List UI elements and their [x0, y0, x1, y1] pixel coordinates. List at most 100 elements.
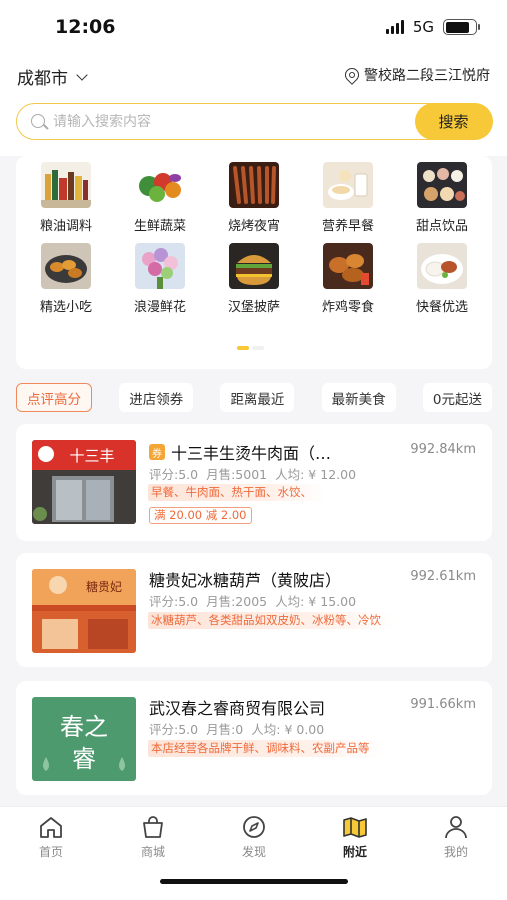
category-item[interactable]: 营养早餐 — [301, 162, 395, 234]
category-item[interactable]: 烧烤夜宵 — [207, 162, 301, 234]
tab-label: 附近 — [342, 845, 367, 859]
category-image — [229, 162, 279, 208]
tab-nearby[interactable]: 附近 — [320, 815, 390, 860]
signal-icon — [385, 20, 404, 34]
shop-distance: 992.84km — [410, 442, 476, 457]
tab-label: 发现 — [241, 845, 266, 859]
shop-sales: 月售:5001 — [206, 467, 268, 482]
shop-meta: 评分:5.0 月售:5001 人均: ¥ 12.00 — [149, 464, 364, 483]
shopping-bag-icon — [143, 816, 163, 838]
category-grid: 粮油调料 生鲜蔬菜 烧烤夜宵 营养早餐 甜点饮品 精选小吃 浪漫鲜花 汉堡披萨 … — [19, 162, 489, 315]
home-icon — [40, 817, 62, 838]
location-selector[interactable]: 警校路二段三江悦府 — [342, 65, 490, 85]
category-image — [41, 243, 91, 289]
shop-tags: 本店经营各品牌干鲜、调味料、农副产品等 — [148, 740, 384, 757]
category-image — [229, 243, 279, 289]
category-image — [417, 243, 467, 289]
shop-tags: 早餐、牛肉面、热干面、水饺、 — [148, 484, 326, 501]
category-item[interactable]: 甜点饮品 — [395, 162, 489, 234]
filter-top-rated[interactable]: 点评高分 — [16, 383, 92, 412]
category-item[interactable]: 炸鸡零食 — [301, 243, 395, 315]
category-label: 甜点饮品 — [415, 219, 468, 234]
city-label: 成都市 — [17, 69, 68, 89]
shop-meta: 评分:5.0 月售:0 人均: ¥ 0.00 — [149, 719, 332, 738]
category-label: 浪漫鲜花 — [133, 300, 186, 315]
shop-name: 糖贵妃冰糖葫芦（黄陂店） — [149, 571, 342, 590]
shop-title: 糖贵妃冰糖葫芦（黄陂店） — [149, 567, 341, 591]
category-image — [323, 243, 373, 289]
category-item[interactable]: 快餐优选 — [395, 243, 489, 315]
shop-distance: 991.66km — [410, 697, 476, 712]
tab-label: 首页 — [38, 845, 63, 859]
category-item[interactable]: 浪漫鲜花 — [113, 243, 207, 315]
category-item[interactable]: 生鲜蔬菜 — [113, 162, 207, 234]
shop-image: 春之 睿 — [32, 697, 136, 781]
filter-newest[interactable]: 最新美食 — [321, 383, 396, 412]
search-icon — [31, 114, 45, 128]
shop-sign-text: 十三丰 — [69, 447, 114, 465]
category-image — [135, 243, 185, 289]
shop-sign-text: 睿 — [72, 745, 96, 773]
shop-avg-price: 人均: ¥ 0.00 — [251, 722, 325, 737]
shop-sales: 月售:2005 — [206, 594, 268, 609]
location-label: 警校路二段三江悦府 — [364, 68, 490, 84]
category-image — [323, 162, 373, 208]
category-label: 精选小吃 — [39, 300, 92, 315]
search-input[interactable] — [53, 111, 383, 133]
shop-title: 武汉春之睿商贸有限公司 — [149, 695, 325, 719]
location-pin-icon — [342, 65, 362, 85]
category-label: 生鲜蔬菜 — [133, 219, 186, 234]
tab-label: 我的 — [443, 845, 468, 859]
network-type: 5G — [412, 18, 434, 36]
filter-nearest[interactable]: 距离最近 — [220, 383, 295, 412]
shop-card[interactable]: 糖贵妃 糖贵妃冰糖葫芦（黄陂店） 992.61km 评分:5.0 月售:2005 人… — [16, 553, 492, 667]
filter-free-delivery[interactable]: 0元起送 — [422, 383, 492, 412]
tab-home[interactable]: 首页 — [16, 815, 86, 860]
category-label: 炸鸡零食 — [321, 300, 374, 315]
status-bar: 12:06 5G — [0, 0, 507, 56]
search-button[interactable]: 搜索 — [414, 102, 493, 140]
city-selector[interactable]: 成都市 — [17, 64, 88, 89]
filter-bar: 点评高分 进店领券 距离最近 最新美食 0元起送 — [16, 383, 492, 412]
status-time: 12:06 — [55, 16, 116, 38]
category-label: 汉堡披萨 — [227, 300, 280, 315]
category-item[interactable]: 精选小吃 — [19, 243, 113, 315]
chevron-down-icon — [76, 68, 88, 81]
category-label: 粮油调料 — [39, 219, 92, 234]
tab-profile[interactable]: 我的 — [421, 815, 491, 860]
category-label: 营养早餐 — [321, 219, 374, 234]
shop-title: 券 十三丰生烫牛肉面（… — [149, 440, 331, 464]
category-label: 快餐优选 — [415, 300, 468, 315]
filter-coupons[interactable]: 进店领券 — [119, 383, 194, 412]
shop-promo: 满 20.00 减 2.00 — [149, 507, 252, 524]
coupon-badge-icon: 券 — [149, 444, 165, 460]
category-item[interactable]: 汉堡披萨 — [207, 243, 301, 315]
status-icons: 5G — [385, 18, 480, 36]
category-item[interactable]: 粮油调料 — [19, 162, 113, 234]
battery-icon — [443, 19, 480, 35]
shop-rating: 评分:5.0 — [149, 467, 199, 482]
tab-discover[interactable]: 发现 — [219, 815, 289, 860]
shop-image: 糖贵妃 — [32, 569, 136, 653]
shop-tags: 冰糖葫芦、各类甜品如双皮奶、冰粉等、冷饮 — [148, 612, 395, 629]
home-indicator — [160, 879, 348, 884]
shop-sign-text: 春之 — [60, 713, 108, 741]
shop-rating: 评分:5.0 — [149, 722, 199, 737]
shop-avg-price: 人均: ¥ 15.00 — [275, 594, 357, 609]
shop-card[interactable]: 十三丰 券 十三丰生烫牛肉面（… 992.84km 评分:5.0 月售:5001 人… — [16, 424, 492, 541]
shop-name: 武汉春之睿商贸有限公司 — [149, 699, 326, 718]
shop-sign-text: 糖贵妃 — [86, 579, 122, 594]
shop-image: 十三丰 — [32, 440, 136, 524]
category-image — [135, 162, 185, 208]
tab-label: 商城 — [140, 845, 165, 859]
carousel-indicator — [237, 346, 264, 350]
category-image — [417, 162, 467, 208]
shop-card[interactable]: 春之 睿 武汉春之睿商贸有限公司 991.66km 评分:5.0 月售:0 人均: … — [16, 681, 492, 795]
map-icon — [343, 817, 367, 838]
shop-avg-price: 人均: ¥ 12.00 — [275, 467, 357, 482]
header: 成都市 警校路二段三江悦府 搜索 — [0, 56, 507, 156]
user-icon — [445, 816, 467, 839]
category-image — [41, 162, 91, 208]
tab-mall[interactable]: 商城 — [118, 815, 188, 860]
shop-distance: 992.61km — [410, 569, 476, 584]
